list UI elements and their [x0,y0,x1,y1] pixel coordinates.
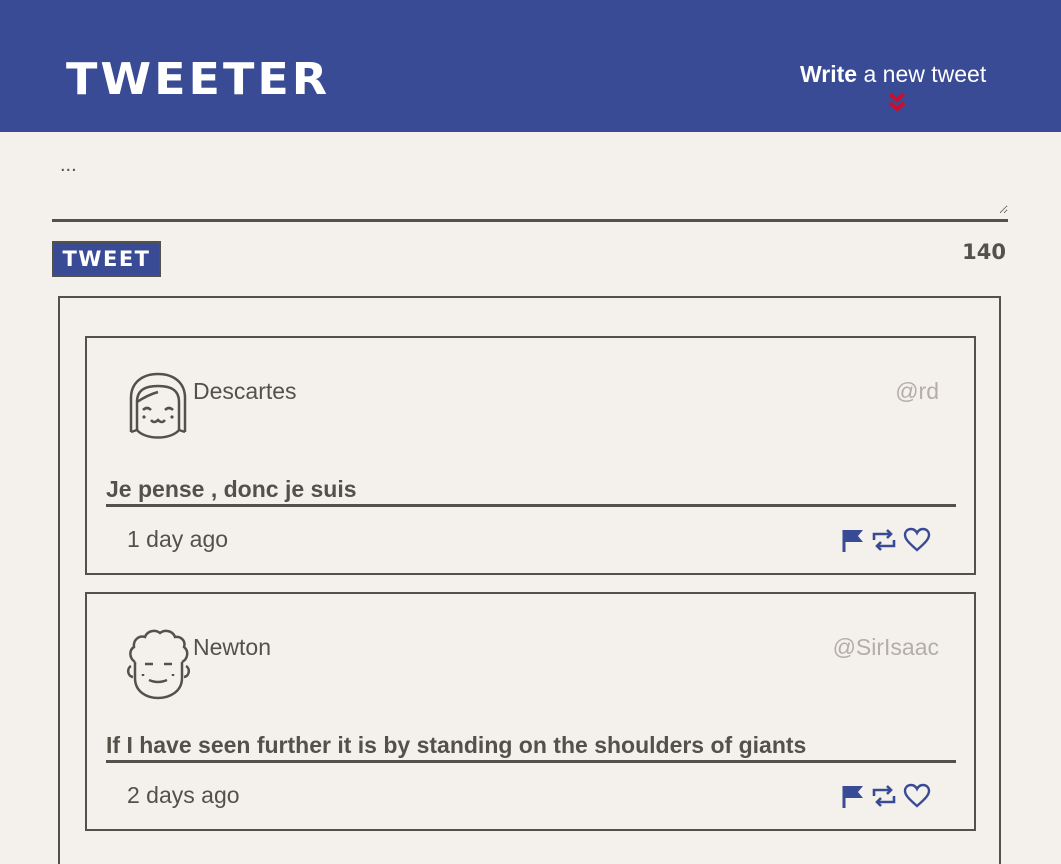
write-link-bold: Write [800,61,858,87]
tweet-actions [839,526,939,556]
tweet-timestamp: 2 days ago [127,782,240,808]
heart-icon[interactable] [903,782,931,810]
tweet-author-name: Descartes [193,378,297,404]
composer-divider [52,219,1008,222]
tweet-divider [106,504,956,507]
tweet-author-handle: @SirIsaac [832,634,939,660]
tweet-card: Newton @SirIsaac If I have seen further … [85,592,976,831]
avatar-curly-hair-icon [127,629,190,700]
tweet-actions [839,782,939,812]
new-tweet-form [52,148,1008,220]
tweet-author-handle: @rd [895,378,939,404]
tweet-text-input[interactable] [52,148,1008,214]
write-new-tweet-link[interactable]: Write a new tweet [800,60,1000,88]
tweet-feed: Descartes @rd Je pense , donc je suis 1 … [58,296,1001,864]
app-logo: TWEETER [66,53,331,105]
retweet-icon[interactable] [870,782,898,810]
flag-icon[interactable] [839,782,867,810]
tweet-submit-button[interactable]: TWEET [52,241,161,277]
double-chevron-down-icon[interactable] [886,92,908,114]
tweet-divider [106,760,956,763]
write-link-rest: a new tweet [857,61,987,87]
heart-icon[interactable] [903,526,931,554]
tweet-card: Descartes @rd Je pense , donc je suis 1 … [85,336,976,575]
avatar-girl-icon [129,372,187,439]
tweet-author-name: Newton [193,634,271,660]
retweet-icon[interactable] [870,526,898,554]
character-counter: 140 [962,240,1006,264]
top-nav-bar: TWEETER Write a new tweet [0,0,1061,132]
tweet-content: If I have seen further it is by standing… [106,732,807,758]
flag-icon[interactable] [839,526,867,554]
tweet-content: Je pense , donc je suis [106,476,357,502]
tweet-timestamp: 1 day ago [127,526,229,552]
